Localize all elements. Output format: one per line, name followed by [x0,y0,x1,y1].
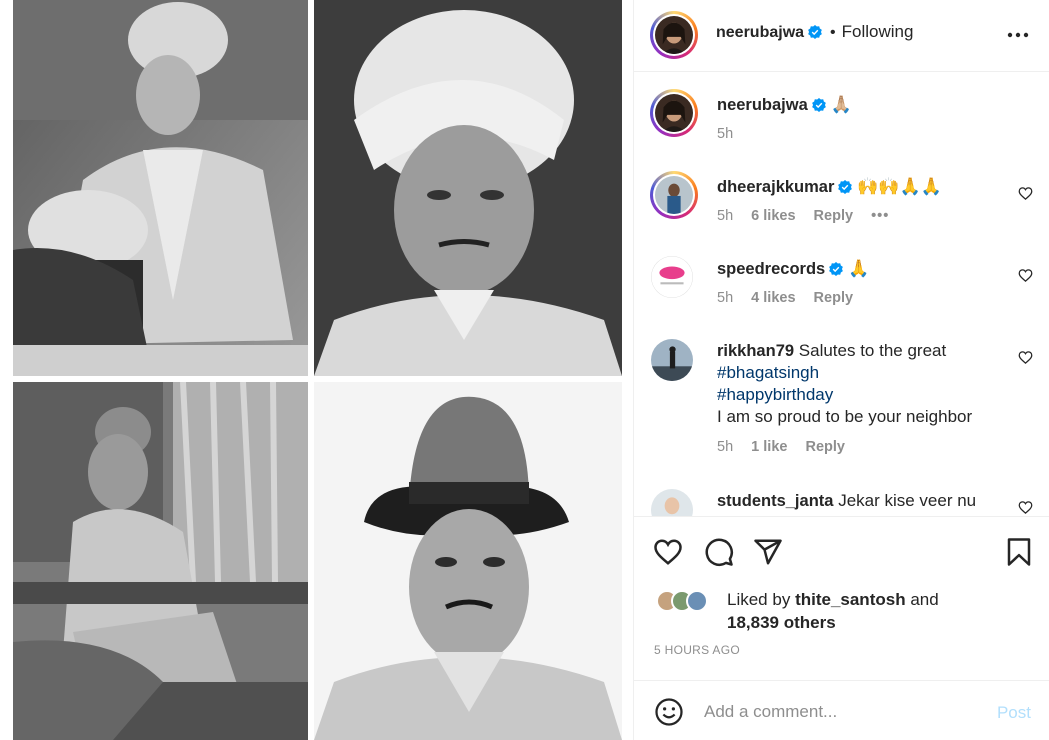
photo-man-in-hat [314,382,622,740]
post-media[interactable] [0,0,634,740]
liked-others[interactable]: 18,839 others [727,613,836,632]
comment-likes[interactable]: 6 likes [751,208,795,224]
caption-username[interactable]: neerubajwa [717,96,808,114]
comment-input[interactable] [704,699,984,725]
comment-username[interactable]: speedrecords [717,260,825,278]
share-icon[interactable] [753,537,783,567]
comment-avatar[interactable] [650,171,698,219]
comment-username[interactable]: dheerajkkumar [717,178,834,196]
comment-item: speedrecords 🙏 5h 4 likes Reply [634,237,1049,319]
action-bar: Liked by thite_santosh and 18,839 others… [634,516,1049,680]
heart-icon[interactable] [1018,186,1033,201]
save-icon[interactable] [1004,537,1034,567]
verified-icon [838,180,853,194]
comment-likes[interactable]: 1 like [751,439,787,455]
liker-avatar [686,590,708,612]
author-username[interactable]: neerubajwa [716,24,804,41]
post-header: neerubajwa • Following [634,0,1049,72]
photo-man-seated-outdoors [13,382,308,740]
liked-by-text: Liked by thite_santosh and 18,839 others [727,588,939,634]
liked-user[interactable]: thite_santosh [795,590,906,609]
verified-icon [808,25,822,39]
post-timestamp[interactable]: 5 HOURS AGO [654,643,740,657]
post-panel: neerubajwa • Following neerubajwa 🙏🏼 5h [634,0,1049,740]
caption-time: 5h [717,126,734,142]
reply-button[interactable]: Reply [814,290,854,306]
caption-text: 🙏🏼 [830,95,852,115]
more-icon[interactable] [1007,28,1029,42]
comment-time: 5h [717,439,734,455]
comment-avatar[interactable] [651,256,693,298]
comment-item: rikkhan79 Salutes to the great #bhagatsi… [634,319,1049,469]
comment-item: dheerajkkumar 🙌🙌🙏🙏 5h 6 likes Reply ••• [634,155,1049,237]
following-button[interactable]: Following [842,22,914,41]
reply-button[interactable]: Reply [805,439,845,455]
caption: neerubajwa 🙏🏼 5h [634,73,1049,155]
liked-prefix: Liked by [727,590,791,609]
comment-time: 5h [717,290,734,306]
caption-avatar[interactable] [650,89,698,137]
liked-and: and [910,590,939,609]
photo-boy-in-turban [13,0,308,376]
comment-icon[interactable] [704,537,734,567]
comment-text: 🙌🙌🙏🙏 [857,177,942,197]
comment-username[interactable]: rikkhan79 [717,342,794,360]
comment-time: 5h [717,208,734,224]
comment-avatar[interactable] [651,489,693,516]
verified-icon [829,262,844,276]
comment-avatar[interactable] [651,339,693,381]
comment-text: Salutes to the great [798,341,947,360]
comment-options[interactable]: ••• [871,208,889,224]
post-button[interactable]: Post [997,703,1031,723]
reply-button[interactable]: Reply [814,208,854,224]
comment-username[interactable]: students_janta [717,492,833,510]
separator-dot: • [830,24,836,41]
liked-by-avatars[interactable] [656,590,722,612]
comment-text-line: I am so proud to be your neighbor [717,407,973,426]
heart-icon[interactable] [1018,350,1033,365]
emoji-icon[interactable] [654,697,684,727]
heart-icon[interactable] [1018,268,1033,283]
photo-young-man-turban [314,0,622,376]
comments-list[interactable]: neerubajwa 🙏🏼 5h dheerajkkumar 🙌🙌🙏🙏 5h 6… [634,73,1049,516]
add-comment-bar: Post [634,680,1049,740]
comment-text: Jekar kise veer nu [838,491,977,510]
hashtag-link[interactable]: #bhagatsingh [717,362,1009,384]
heart-icon[interactable] [653,537,683,567]
hashtag-link[interactable]: #happybirthday [717,384,1009,406]
verified-icon [811,98,826,112]
comment-item: students_janta Jekar kise veer nu [634,469,1049,516]
comment-likes[interactable]: 4 likes [751,290,795,306]
heart-icon[interactable] [1018,500,1033,515]
author-avatar[interactable] [650,11,698,59]
comment-text: 🙏 [847,259,870,279]
